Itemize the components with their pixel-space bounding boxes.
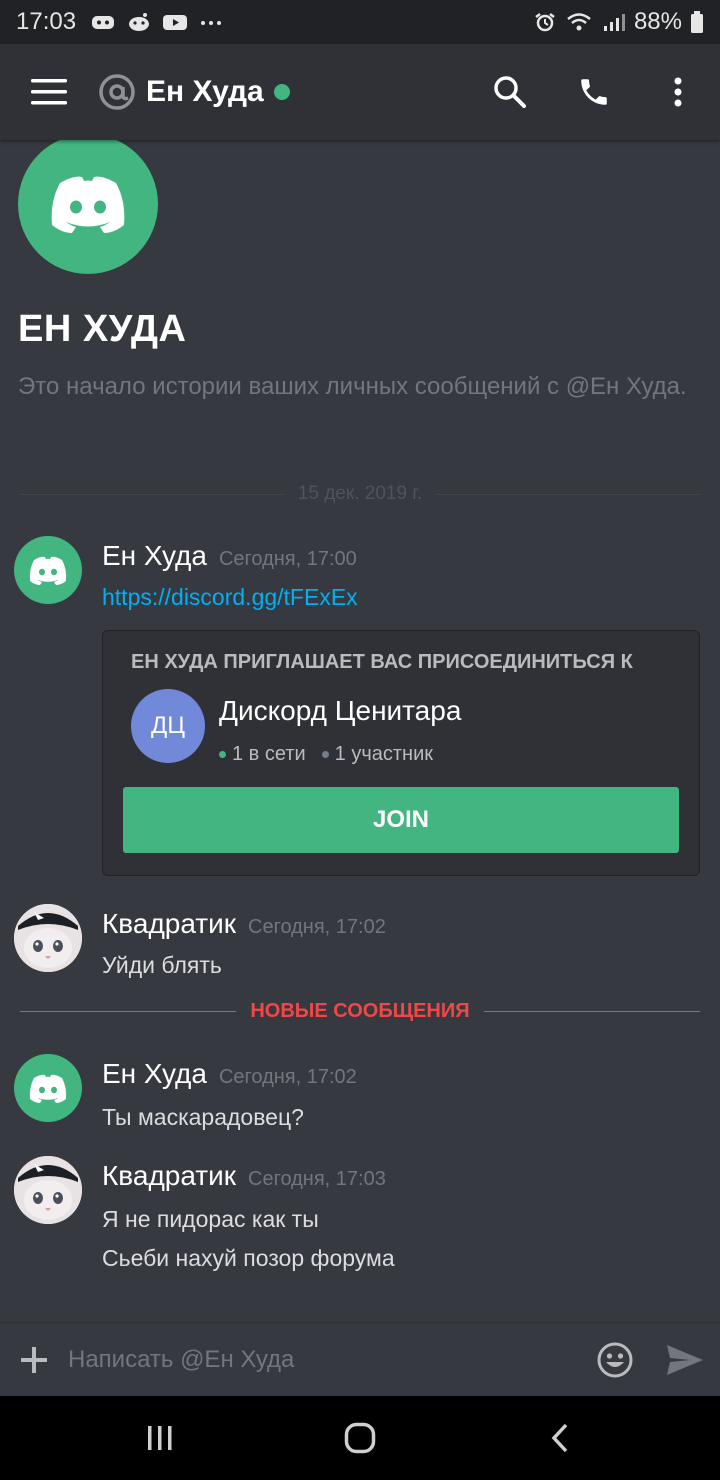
signal-icon (603, 14, 625, 31)
intro-avatar (18, 140, 158, 274)
date-divider-label: 15 дек. 2019 г. (297, 483, 423, 504)
invite-title: ЕН ХУДА ПРИГЛАШАЕТ ВАС ПРИСОЕДИНИТЬСЯ К (131, 651, 633, 673)
message-timestamp: Сегодня, 17:00 (218, 548, 357, 570)
send-icon (667, 1344, 703, 1375)
message-input[interactable] (68, 1329, 580, 1390)
status-time: 17:03 (16, 8, 77, 35)
message-composer (0, 1322, 720, 1396)
message-group[interactable]: Квадратик Сегодня, 17:03 Я не пидорас ка… (0, 1156, 720, 1286)
message-group[interactable]: Ен Худа Сегодня, 17:00 https://discord.g… (0, 536, 720, 626)
home-button[interactable] (300, 1396, 420, 1480)
more-options-button[interactable] (636, 44, 720, 140)
search-button[interactable] (468, 44, 552, 140)
reddit-icon (129, 13, 150, 31)
cat-avatar-icon (14, 1156, 82, 1224)
search-icon (494, 76, 526, 108)
date-divider: 15 дек. 2019 г. (20, 480, 700, 508)
message-timestamp: Сегодня, 17:02 (218, 1066, 357, 1088)
hamburger-icon (31, 79, 67, 105)
status-bar: 17:03 88% (0, 0, 720, 44)
phone-icon (581, 79, 607, 105)
plus-icon (21, 1346, 47, 1373)
message-timestamp: Сегодня, 17:03 (248, 1168, 386, 1190)
message-group[interactable]: Ен Худа Сегодня, 17:02 Ты маскарадовец? (0, 1054, 720, 1144)
server-name: Дискорд Ценитара (219, 695, 462, 726)
call-button[interactable] (552, 44, 636, 140)
recent-apps-button[interactable] (100, 1396, 220, 1480)
back-chevron-icon (551, 1423, 568, 1453)
user-avatar[interactable] (14, 1054, 82, 1122)
server-stats: 1 в сети 1 участник (219, 743, 433, 766)
invite-card: ЕН ХУДА ПРИГЛАШАЕТ ВАС ПРИСОЕДИНИТЬСЯ К … (102, 630, 700, 876)
message-group[interactable]: Квадратик Сегодня, 17:02 Уйди блять (0, 904, 720, 994)
message-text: Сьеби нахуй позор форума (102, 1245, 395, 1271)
online-dot (219, 751, 226, 758)
user-avatar[interactable] (14, 1156, 82, 1224)
discord-logo-icon (29, 1074, 67, 1103)
members-dot (321, 751, 329, 758)
home-icon (344, 1422, 376, 1454)
message-timestamp: Сегодня, 17:02 (248, 916, 386, 938)
more-vertical-icon (674, 77, 682, 107)
online-status-dot (273, 84, 290, 100)
emoji-smile-icon (597, 1342, 633, 1377)
online-count: 1 в сети (232, 743, 306, 765)
user-avatar[interactable] (14, 904, 82, 972)
member-count: 1 участник (334, 743, 434, 765)
cat-avatar-icon (14, 904, 82, 972)
at-icon (99, 74, 135, 110)
user-avatar[interactable] (14, 536, 82, 604)
channel-header: Ен Худа (0, 44, 720, 140)
message-text: Ты маскарадовец? (102, 1104, 304, 1130)
youtube-icon (163, 15, 188, 30)
more-dots-icon (201, 21, 222, 25)
new-messages-divider: НОВЫЕ СООБЩЕНИЯ (20, 996, 700, 1026)
battery-icon (691, 11, 703, 33)
attach-button[interactable] (0, 1323, 68, 1397)
battery-percent: 88% (633, 8, 682, 35)
server-icon: ДЦ (131, 689, 205, 763)
invite-link[interactable]: https://discord.gg/tFExEx (102, 584, 358, 611)
discord-logo-icon (51, 176, 125, 233)
message-text: Уйди блять (102, 952, 222, 978)
message-list[interactable]: ЕН ХУДА Это начало истории ваших личных … (0, 140, 720, 1322)
discord-notification-icon (92, 16, 115, 29)
message-author[interactable]: Ен Худа (102, 1058, 207, 1090)
alarm-icon (535, 13, 555, 32)
message-author[interactable]: Квадратик (102, 908, 236, 940)
recent-apps-icon (148, 1426, 172, 1450)
back-button[interactable] (500, 1396, 620, 1480)
message-text: Я не пидорас как ты (102, 1206, 319, 1232)
wifi-icon (567, 13, 591, 31)
message-author[interactable]: Квадратик (102, 1160, 236, 1192)
message-author[interactable]: Ен Худа (102, 540, 207, 572)
send-button[interactable] (650, 1323, 720, 1397)
menu-button[interactable] (0, 44, 98, 140)
intro-name: ЕН ХУДА (18, 308, 187, 350)
channel-title: Ен Худа (146, 75, 264, 108)
emoji-button[interactable] (580, 1323, 650, 1397)
discord-logo-icon (29, 556, 67, 585)
join-button[interactable]: JOIN (123, 787, 679, 853)
system-navigation-bar (0, 1396, 720, 1480)
intro-description: Это начало истории ваших личных сообщени… (18, 373, 687, 400)
new-messages-label: НОВЫЕ СООБЩЕНИЯ (250, 999, 470, 1022)
